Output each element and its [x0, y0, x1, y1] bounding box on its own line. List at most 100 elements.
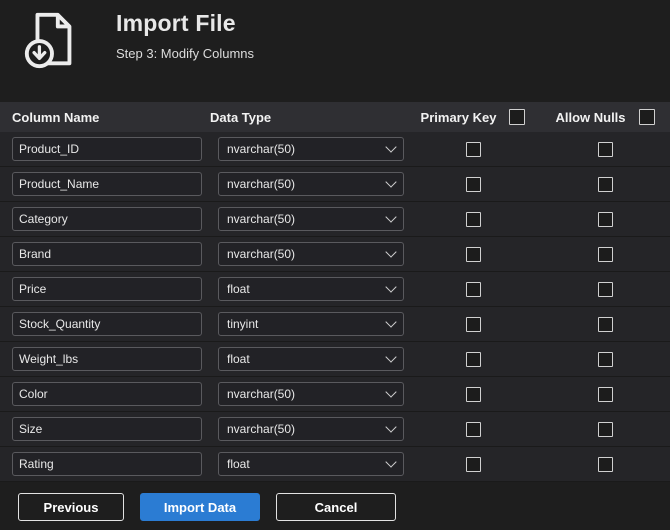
data-type-cell: nvarchar(50) — [210, 382, 406, 406]
data-type-select[interactable]: nvarchar(50) — [218, 417, 404, 441]
column-name-cell — [0, 417, 210, 441]
table-row: nvarchar(50) — [0, 132, 670, 167]
allow-nulls-cell — [540, 456, 670, 472]
column-name-cell — [0, 242, 210, 266]
data-type-cell: nvarchar(50) — [210, 172, 406, 196]
primary-key-cell — [406, 246, 540, 262]
data-type-cell: float — [210, 277, 406, 301]
column-name-cell — [0, 137, 210, 161]
primary-key-checkbox[interactable] — [465, 176, 481, 192]
primary-key-cell — [406, 386, 540, 402]
column-name-input[interactable] — [12, 207, 202, 231]
import-data-button[interactable]: Import Data — [140, 493, 260, 521]
chevron-down-icon — [385, 386, 397, 398]
footer-actions: Previous Import Data Cancel — [18, 493, 396, 521]
allow-nulls-select-all-checkbox[interactable] — [638, 109, 655, 125]
table-row: float — [0, 342, 670, 377]
primary-key-header: Primary Key — [406, 109, 540, 125]
allow-nulls-checkbox[interactable] — [597, 351, 613, 367]
column-name-cell — [0, 207, 210, 231]
primary-key-checkbox[interactable] — [465, 386, 481, 402]
chevron-down-icon — [385, 316, 397, 328]
allow-nulls-checkbox[interactable] — [597, 421, 613, 437]
table-row: nvarchar(50) — [0, 412, 670, 447]
column-name-input[interactable] — [12, 172, 202, 196]
data-type-cell: float — [210, 452, 406, 476]
data-type-value: nvarchar(50) — [227, 247, 296, 261]
data-type-select[interactable]: float — [218, 277, 404, 301]
allow-nulls-cell — [540, 246, 670, 262]
column-name-header: Column Name — [12, 109, 100, 125]
column-name-input[interactable] — [12, 417, 202, 441]
primary-key-cell — [406, 351, 540, 367]
allow-nulls-checkbox[interactable] — [597, 456, 613, 472]
primary-key-checkbox[interactable] — [465, 351, 481, 367]
column-name-cell — [0, 172, 210, 196]
chevron-down-icon — [385, 246, 397, 258]
allow-nulls-checkbox[interactable] — [597, 246, 613, 262]
chevron-down-icon — [385, 421, 397, 433]
allow-nulls-checkbox[interactable] — [597, 386, 613, 402]
allow-nulls-cell — [540, 281, 670, 297]
table-row: nvarchar(50) — [0, 237, 670, 272]
data-type-value: nvarchar(50) — [227, 387, 296, 401]
allow-nulls-cell — [540, 421, 670, 437]
column-name-input[interactable] — [12, 137, 202, 161]
primary-key-cell — [406, 141, 540, 157]
table-row: float — [0, 272, 670, 307]
primary-key-checkbox[interactable] — [465, 281, 481, 297]
previous-button[interactable]: Previous — [18, 493, 124, 521]
cancel-button[interactable]: Cancel — [276, 493, 396, 521]
allow-nulls-cell — [540, 316, 670, 332]
primary-key-checkbox[interactable] — [465, 141, 481, 157]
column-name-input[interactable] — [12, 242, 202, 266]
data-type-value: tinyint — [227, 317, 259, 331]
data-type-select[interactable]: nvarchar(50) — [218, 137, 404, 161]
column-name-input[interactable] — [12, 452, 202, 476]
primary-key-checkbox[interactable] — [465, 316, 481, 332]
allow-nulls-header-label: Allow Nulls — [555, 109, 626, 125]
data-type-select[interactable]: nvarchar(50) — [218, 242, 404, 266]
table-row: nvarchar(50) — [0, 167, 670, 202]
column-name-cell — [0, 347, 210, 371]
step-subtitle: Step 3: Modify Columns — [116, 46, 255, 61]
data-type-select[interactable]: float — [218, 347, 404, 371]
data-type-cell: nvarchar(50) — [210, 242, 406, 266]
data-type-select[interactable]: nvarchar(50) — [218, 172, 404, 196]
data-type-select[interactable]: float — [218, 452, 404, 476]
data-type-select[interactable]: tinyint — [218, 312, 404, 336]
table-body: nvarchar(50) nvarchar(50) — [0, 132, 670, 482]
chevron-down-icon — [385, 211, 397, 223]
data-type-select[interactable]: nvarchar(50) — [218, 382, 404, 406]
allow-nulls-checkbox[interactable] — [597, 281, 613, 297]
column-name-cell — [0, 312, 210, 336]
chevron-down-icon — [385, 351, 397, 363]
chevron-down-icon — [385, 456, 397, 468]
allow-nulls-cell — [540, 141, 670, 157]
column-name-input[interactable] — [12, 382, 202, 406]
primary-key-checkbox[interactable] — [465, 211, 481, 227]
allow-nulls-cell — [540, 386, 670, 402]
data-type-header: Data Type — [210, 109, 272, 125]
column-name-input[interactable] — [12, 347, 202, 371]
allow-nulls-checkbox[interactable] — [597, 141, 613, 157]
data-type-select[interactable]: nvarchar(50) — [218, 207, 404, 231]
data-type-cell: nvarchar(50) — [210, 207, 406, 231]
table-row: nvarchar(50) — [0, 202, 670, 237]
allow-nulls-checkbox[interactable] — [597, 176, 613, 192]
primary-key-checkbox[interactable] — [465, 246, 481, 262]
primary-key-select-all-checkbox[interactable] — [509, 109, 526, 125]
allow-nulls-cell — [540, 351, 670, 367]
data-type-cell: nvarchar(50) — [210, 137, 406, 161]
primary-key-cell — [406, 421, 540, 437]
allow-nulls-checkbox[interactable] — [597, 316, 613, 332]
column-name-input[interactable] — [12, 277, 202, 301]
primary-key-cell — [406, 456, 540, 472]
column-name-input[interactable] — [12, 312, 202, 336]
column-name-cell — [0, 452, 210, 476]
data-type-value: float — [227, 282, 250, 296]
primary-key-checkbox[interactable] — [465, 421, 481, 437]
allow-nulls-checkbox[interactable] — [597, 211, 613, 227]
primary-key-checkbox[interactable] — [465, 456, 481, 472]
header-text: Import File Step 3: Modify Columns — [116, 8, 254, 61]
